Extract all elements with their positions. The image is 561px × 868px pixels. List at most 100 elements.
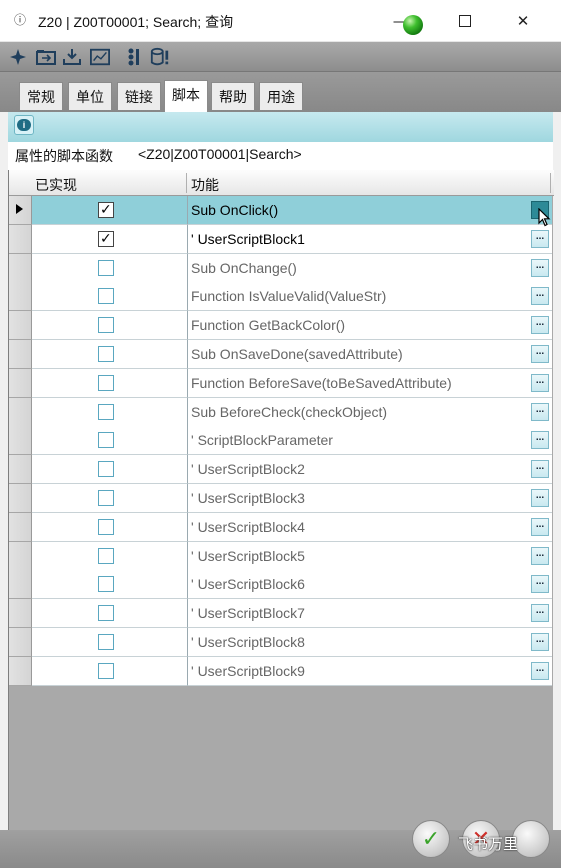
tab-links[interactable]: 链接: [117, 82, 161, 110]
function-cell[interactable]: ' ScriptBlockParameter...: [188, 426, 552, 456]
tab-usage[interactable]: 用途: [259, 82, 303, 110]
column-header-function[interactable]: 功能: [191, 175, 219, 195]
table-row[interactable]: ' UserScriptBlock2...: [9, 455, 554, 485]
ok-button[interactable]: ✓: [412, 820, 450, 858]
edit-script-button[interactable]: ...: [531, 258, 549, 277]
implemented-checkbox[interactable]: [98, 288, 114, 305]
implemented-checkbox[interactable]: [98, 374, 114, 391]
function-cell[interactable]: Function GetBackColor()...: [188, 311, 552, 341]
table-row[interactable]: ' UserScriptBlock6...: [9, 570, 554, 600]
function-cell[interactable]: ' UserScriptBlock5...: [188, 541, 552, 571]
row-header[interactable]: [9, 484, 32, 513]
function-cell[interactable]: ' UserScriptBlock3...: [188, 484, 552, 513]
implemented-checkbox[interactable]: [98, 317, 114, 334]
function-cell[interactable]: ' UserScriptBlock9...: [188, 656, 552, 686]
function-cell[interactable]: Function BeforeSave(toBeSavedAttribute).…: [188, 368, 552, 398]
table-row[interactable]: ' UserScriptBlock7...: [9, 599, 554, 629]
import-icon[interactable]: [62, 47, 82, 67]
sparkle-icon[interactable]: [8, 47, 28, 67]
edit-script-button[interactable]: ...: [531, 287, 549, 306]
implemented-checkbox[interactable]: [98, 403, 114, 420]
edit-script-button[interactable]: ...: [531, 575, 549, 594]
maximize-button[interactable]: [442, 0, 488, 42]
column-header-implemented[interactable]: 已实现: [35, 175, 77, 195]
edit-script-button[interactable]: ...: [531, 431, 549, 450]
edit-script-button[interactable]: ...: [531, 546, 549, 565]
implemented-checkbox[interactable]: [98, 461, 114, 478]
implemented-checkbox[interactable]: [98, 346, 114, 362]
table-row[interactable]: Sub BeforeCheck(checkObject)...: [9, 397, 554, 427]
row-header[interactable]: [9, 311, 32, 341]
edit-script-button[interactable]: ...: [531, 229, 549, 248]
function-cell[interactable]: Sub OnClick(): [188, 196, 552, 225]
implemented-checkbox[interactable]: [98, 230, 114, 247]
edit-script-button[interactable]: ...: [531, 345, 549, 363]
table-row[interactable]: Function IsValueValid(ValueStr)...: [9, 282, 554, 312]
folder-open-icon[interactable]: [36, 47, 56, 67]
tab-help[interactable]: 帮助: [211, 82, 255, 110]
table-row[interactable]: Sub OnSaveDone(savedAttribute)...: [9, 340, 554, 369]
edit-script-button[interactable]: ...: [531, 489, 549, 507]
function-cell[interactable]: ' UserScriptBlock7...: [188, 599, 552, 629]
tab-script[interactable]: 脚本: [164, 80, 208, 112]
database-icon[interactable]: [150, 47, 170, 67]
column-separator[interactable]: [550, 173, 551, 193]
row-header[interactable]: [9, 368, 32, 398]
edit-script-button[interactable]: ...: [531, 517, 549, 536]
edit-script-button[interactable]: ...: [531, 661, 549, 680]
tab-general[interactable]: 常规: [19, 82, 63, 110]
function-cell[interactable]: Function IsValueValid(ValueStr)...: [188, 282, 552, 312]
function-cell[interactable]: ' UserScriptBlock4...: [188, 512, 552, 542]
function-cell[interactable]: ' UserScriptBlock6...: [188, 570, 552, 600]
close-button[interactable]: ✕: [500, 0, 546, 42]
row-header[interactable]: [9, 196, 32, 225]
implemented-checkbox[interactable]: [98, 634, 114, 650]
implemented-checkbox[interactable]: [98, 432, 114, 449]
function-cell[interactable]: ' UserScriptBlock1...: [188, 224, 552, 254]
row-header[interactable]: [9, 397, 32, 427]
table-row[interactable]: ' UserScriptBlock3...: [9, 484, 554, 513]
row-header[interactable]: [9, 628, 32, 657]
table-row[interactable]: ' UserScriptBlock5...: [9, 541, 554, 571]
edit-script-button[interactable]: ...: [531, 460, 549, 479]
implemented-checkbox[interactable]: [98, 490, 114, 506]
row-header[interactable]: [9, 656, 32, 686]
edit-script-button[interactable]: ...: [531, 373, 549, 392]
function-cell[interactable]: Sub BeforeCheck(checkObject)...: [188, 397, 552, 427]
function-cell[interactable]: ' UserScriptBlock8...: [188, 628, 552, 657]
tab-units[interactable]: 单位: [68, 82, 112, 110]
table-row[interactable]: ' UserScriptBlock1...: [9, 224, 554, 254]
edit-script-button[interactable]: ...: [531, 633, 549, 651]
row-header[interactable]: [9, 340, 32, 369]
row-header[interactable]: [9, 541, 32, 571]
help-icon[interactable]: i: [14, 115, 34, 135]
implemented-checkbox[interactable]: [98, 662, 114, 679]
table-row[interactable]: Function GetBackColor()...: [9, 311, 554, 341]
implemented-checkbox[interactable]: [98, 576, 114, 593]
edit-script-button[interactable]: ...: [531, 402, 549, 421]
function-cell[interactable]: Sub OnChange()...: [188, 253, 552, 283]
function-cell[interactable]: ' UserScriptBlock2...: [188, 455, 552, 485]
column-separator[interactable]: [186, 173, 187, 193]
row-header[interactable]: [9, 455, 32, 485]
row-header[interactable]: [9, 253, 32, 283]
row-header[interactable]: [9, 512, 32, 542]
table-row[interactable]: ' UserScriptBlock8...: [9, 628, 554, 657]
edit-script-button[interactable]: ...: [531, 604, 549, 623]
edit-script-button[interactable]: ...: [531, 316, 549, 335]
implemented-checkbox[interactable]: [98, 547, 114, 564]
row-header[interactable]: [9, 426, 32, 456]
implemented-checkbox[interactable]: [98, 201, 114, 218]
row-header[interactable]: [9, 599, 32, 629]
row-header[interactable]: [9, 224, 32, 254]
row-header[interactable]: [9, 570, 32, 600]
table-row[interactable]: ' UserScriptBlock4...: [9, 512, 554, 542]
table-row[interactable]: Sub OnChange()...: [9, 253, 554, 283]
implemented-checkbox[interactable]: [98, 605, 114, 622]
list-icon[interactable]: [124, 47, 144, 67]
chart-icon[interactable]: [90, 47, 110, 67]
table-row[interactable]: Sub OnClick(): [9, 196, 554, 225]
row-header[interactable]: [9, 282, 32, 312]
implemented-checkbox[interactable]: [98, 518, 114, 535]
table-row[interactable]: ' ScriptBlockParameter...: [9, 426, 554, 456]
